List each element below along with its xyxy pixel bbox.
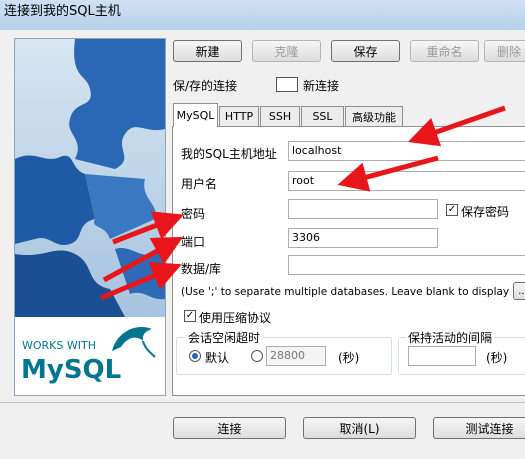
timeout-group-label: 会话空闲超时 xyxy=(186,329,263,346)
username-label: 用户名 xyxy=(181,177,218,191)
keepalive-group-label: 保持活动的间隔 xyxy=(406,329,495,346)
tab-mysql[interactable]: MySQL xyxy=(173,103,218,127)
tab-http[interactable]: HTTP xyxy=(219,106,259,126)
rename-button[interactable]: 重命名 xyxy=(410,40,479,62)
tab-advanced[interactable]: 高级功能 xyxy=(345,106,403,126)
window-title: 连接到我的SQL主机 xyxy=(4,4,121,19)
save-password-label: 保存密码 xyxy=(461,205,510,219)
clone-button[interactable]: 克隆 xyxy=(252,40,321,62)
host-label: 我的SQL主机地址 xyxy=(181,147,277,161)
saved-connection-select[interactable]: 新连接 xyxy=(303,77,339,94)
side-image-panel: WORKS WITH MySQL xyxy=(14,38,166,396)
keepalive-seconds-unit: (秒) xyxy=(486,351,508,365)
save-password-checkbox[interactable]: ✓ xyxy=(446,204,458,216)
connect-button[interactable]: 连接 xyxy=(173,417,286,439)
saved-connections-label: 保/存的连接 xyxy=(173,79,238,93)
port-input[interactable]: 3306 xyxy=(288,228,438,248)
new-button[interactable]: 新建 xyxy=(173,40,242,62)
tab-ssh[interactable]: SSH xyxy=(260,106,300,126)
test-connection-button[interactable]: 测试连接 xyxy=(433,417,525,439)
timeout-seconds-unit: (秒) xyxy=(338,351,360,365)
password-input[interactable] xyxy=(288,199,438,219)
password-label: 密码 xyxy=(181,207,206,221)
compress-checkbox[interactable]: ✓ xyxy=(184,310,196,322)
mysql-logo: WORKS WITH MySQL xyxy=(15,317,165,395)
save-button[interactable]: 保存 xyxy=(331,40,400,62)
logo-mysql-text: MySQL xyxy=(21,355,122,385)
browse-databases-button[interactable]: ... xyxy=(513,282,525,300)
compress-label: 使用压缩协议 xyxy=(199,311,272,325)
keepalive-input[interactable] xyxy=(408,346,476,366)
port-label: 端口 xyxy=(181,235,206,249)
connection-color-swatch[interactable] xyxy=(276,77,298,92)
tab-ssl[interactable]: SSL xyxy=(301,106,344,126)
timeout-seconds-input[interactable]: 28800 xyxy=(266,346,326,366)
database-input[interactable] xyxy=(288,255,525,275)
timeout-default-radio[interactable] xyxy=(189,350,201,362)
cancel-button[interactable]: 取消(L) xyxy=(303,417,416,439)
logo-works-with: WORKS WITH xyxy=(22,339,96,352)
database-label: 数据/库 xyxy=(181,262,222,276)
puzzle-illustration xyxy=(15,39,165,317)
footer-divider xyxy=(0,402,525,403)
title-bar: 连接到我的SQL主机 xyxy=(0,0,525,30)
database-hint: (Use ';' to separate multiple databases.… xyxy=(181,286,525,298)
timeout-default-label: 默认 xyxy=(205,351,230,365)
host-input[interactable]: localhost xyxy=(288,141,525,161)
timeout-custom-radio[interactable] xyxy=(251,350,263,362)
username-input[interactable]: root xyxy=(288,171,525,191)
delete-button[interactable]: 删除 xyxy=(484,40,525,62)
